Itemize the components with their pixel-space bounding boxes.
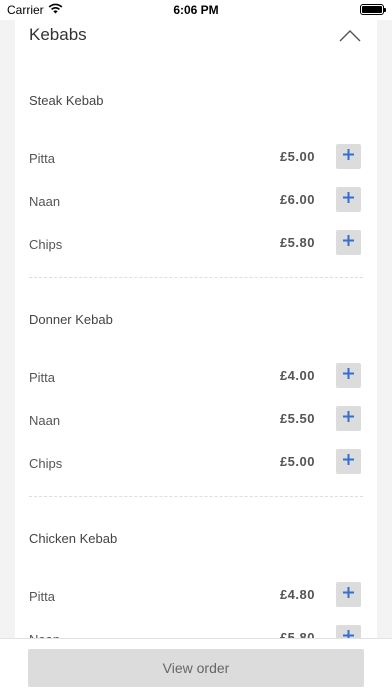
clock: 6:06 PM [173, 3, 219, 17]
plus-icon [342, 234, 355, 252]
item-name: Chips [29, 237, 63, 252]
item-price: £4.80 [279, 587, 315, 602]
status-bar: Carrier 6:06 PM [0, 0, 392, 20]
add-item-button[interactable] [336, 363, 361, 388]
item-price: £5.50 [279, 411, 315, 426]
menu-item-row: Chips £5.80 [15, 230, 377, 258]
group-divider [29, 277, 363, 278]
add-item-button[interactable] [336, 187, 361, 212]
plus-icon [342, 410, 355, 428]
screen: Carrier 6:06 PM Kebabs Steak Kebab Pitta… [0, 0, 392, 696]
item-price: £6.00 [279, 192, 315, 207]
view-order-button[interactable]: View order [28, 649, 364, 687]
item-price: £5.00 [279, 149, 315, 164]
chevron-up-icon [339, 29, 361, 47]
section-header[interactable]: Kebabs [15, 14, 377, 60]
add-item-button[interactable] [336, 230, 361, 255]
menu-item-row: Pitta £5.00 [15, 144, 377, 172]
menu-item-row: Naan £5.50 [15, 406, 377, 434]
menu-section-card: Kebabs Steak Kebab Pitta £5.00 Naan £6.0… [15, 14, 377, 654]
bottom-bar: View order [0, 638, 392, 696]
group-title: Chicken Kebab [29, 531, 118, 546]
item-name: Chips [29, 456, 63, 471]
plus-icon [342, 453, 355, 471]
add-item-button[interactable] [336, 406, 361, 431]
add-item-button[interactable] [336, 144, 361, 169]
plus-icon [342, 367, 355, 385]
item-name: Pitta [29, 589, 56, 604]
item-name: Pitta [29, 151, 56, 166]
group-title: Donner Kebab [29, 312, 113, 327]
item-price: £5.80 [279, 235, 315, 250]
item-name: Naan [29, 194, 61, 209]
menu-item-row: Chips £5.00 [15, 449, 377, 477]
section-title: Kebabs [29, 25, 87, 44]
menu-item-row: Pitta £4.80 [15, 582, 377, 610]
menu-item-row: Naan £6.00 [15, 187, 377, 215]
item-price: £4.00 [279, 368, 315, 383]
battery-icon [360, 4, 386, 15]
plus-icon [342, 191, 355, 209]
group-divider [29, 496, 363, 497]
group-title: Steak Kebab [29, 93, 104, 108]
plus-icon [342, 148, 355, 166]
item-name: Pitta [29, 370, 56, 385]
add-item-button[interactable] [336, 582, 361, 607]
item-name: Naan [29, 413, 61, 428]
collapse-button[interactable] [335, 26, 365, 50]
menu-item-row: Pitta £4.00 [15, 363, 377, 391]
item-price: £5.00 [279, 454, 315, 469]
plus-icon [342, 586, 355, 604]
add-item-button[interactable] [336, 449, 361, 474]
